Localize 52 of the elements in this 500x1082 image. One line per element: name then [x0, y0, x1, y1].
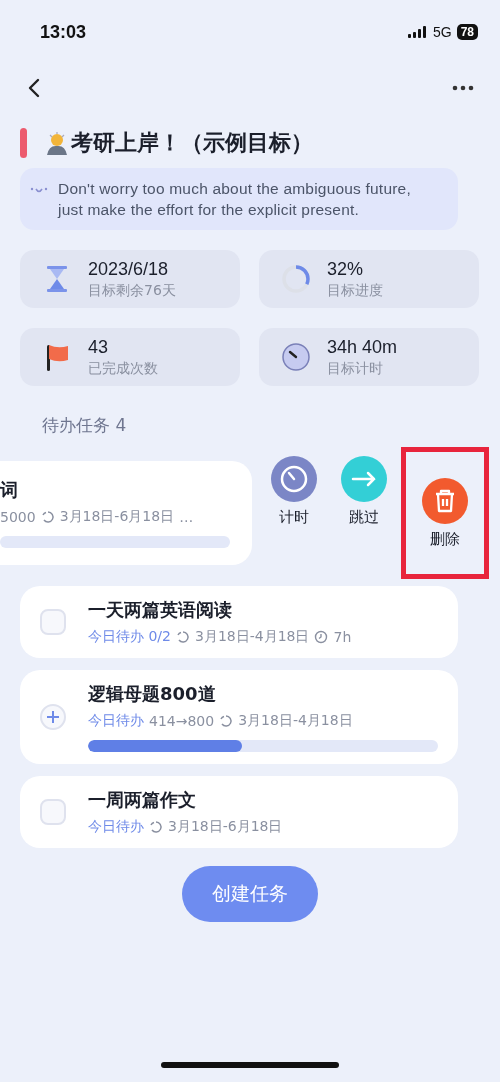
section-title: 待办任务 4: [42, 414, 128, 436]
signal-icon: [407, 26, 428, 38]
swipe-action[interactable]: 计时: [262, 452, 326, 574]
date-range: 3月18日-6月18日: [59, 508, 175, 526]
flag-icon: [45, 343, 69, 371]
task-title: 一周两篇作文: [88, 788, 197, 812]
progress-ring-icon: [281, 264, 311, 294]
clock-icon: [314, 630, 329, 644]
task-title: 一天两篇英语阅读: [88, 598, 233, 622]
stat-value: 43: [88, 336, 110, 358]
plus-button[interactable]: [40, 704, 66, 730]
highlighted-action[interactable]: 删除: [406, 452, 484, 574]
more-button[interactable]: [452, 85, 474, 91]
network-label: 5G: [432, 24, 452, 40]
checkbox[interactable]: [40, 799, 66, 825]
battery-level: 78: [456, 24, 478, 40]
stat-value: 32%: [327, 258, 365, 280]
goal-title: 考研上岸！（示例目标）: [71, 129, 313, 157]
stat-label: 目标进度: [327, 281, 383, 300]
stat-label: 目标剩余76天: [88, 281, 176, 300]
date-range: 3月18日-6月18日: [168, 818, 283, 836]
back-button[interactable]: [28, 78, 40, 98]
date-range: 3月18日-4月18日: [195, 628, 310, 646]
ellipsis: …: [179, 509, 194, 525]
date-range: 3月18日-4月18日: [238, 712, 353, 730]
more-icon: [452, 85, 474, 91]
duration: 7h: [333, 629, 352, 645]
repeat-icon: [219, 714, 234, 728]
stat-value: 2023/6/18: [88, 258, 170, 280]
checkbox[interactable]: [40, 609, 66, 635]
stat-label: 已完成次数: [88, 359, 158, 378]
person-figure-icon: [45, 131, 69, 155]
stat-value: 34h 40m: [327, 336, 398, 358]
hourglass-icon: [47, 266, 67, 292]
quote-text: Don't worry too much about the ambiguous future, just make the effort for the explicit present.: [58, 179, 412, 220]
today-status: 今日待办: [88, 712, 144, 730]
stopwatch-icon: [281, 342, 311, 372]
task-title: 逻辑母题800道: [88, 682, 217, 706]
back-icon: [28, 78, 40, 98]
plus-icon: [47, 711, 59, 723]
swipe-action[interactable]: 跳过: [332, 452, 396, 574]
task-title: 词: [0, 478, 19, 502]
clock-time: 13:03: [40, 21, 87, 43]
repeat-icon: [149, 820, 163, 834]
progress-count: 414→800: [149, 713, 215, 729]
title-accent-bar: [20, 128, 27, 158]
today-status: 今日待办 0/2: [88, 628, 171, 646]
today-status: 今日待办: [88, 818, 144, 836]
progress-count: 5000: [0, 509, 36, 525]
repeat-icon: [40, 510, 55, 524]
repeat-icon: [176, 630, 190, 644]
stat-label: 目标计时: [327, 359, 384, 378]
